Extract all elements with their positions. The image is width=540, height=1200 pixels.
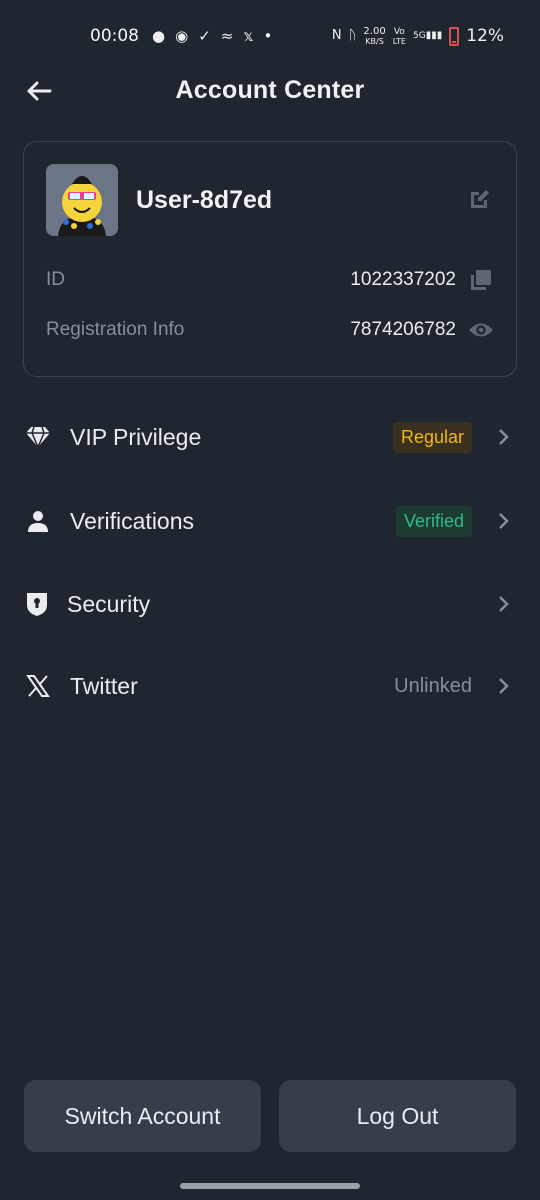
- menu-security[interactable]: Security: [24, 582, 510, 626]
- net-speed-value: 2.00: [363, 25, 386, 37]
- log-out-button[interactable]: Log Out: [279, 1080, 516, 1152]
- status-time: 00:08: [90, 26, 139, 46]
- diamond-icon: [24, 423, 52, 451]
- copy-icon: [471, 270, 491, 290]
- x-notification-icon: 𝕩: [243, 27, 254, 45]
- menu-vip-privilege[interactable]: VIP Privilege Regular: [24, 415, 510, 459]
- copy-button[interactable]: [468, 267, 494, 293]
- net-speed: 2.00 KB/S: [363, 25, 386, 46]
- status-bar: 00:08 ● ◉ ✓ ≈ 𝕩 • N ᚢ 2.00 KB/S Vo LTE 5…: [0, 0, 540, 72]
- menu-twitter[interactable]: Twitter Unlinked: [24, 664, 510, 708]
- menu-verifications[interactable]: Verifications Verified: [24, 499, 510, 543]
- id-label: ID: [46, 269, 65, 290]
- menu-label-vip: VIP Privilege: [70, 423, 202, 450]
- header: Account Center: [0, 72, 540, 112]
- menu-label-verifications: Verifications: [70, 507, 195, 534]
- volte-indicator: Vo LTE: [393, 27, 406, 46]
- edit-icon: [471, 190, 489, 208]
- signal-icon: 5G▮▮▮: [412, 30, 443, 41]
- volte-top: Vo: [393, 26, 405, 37]
- menu-right-security: [472, 595, 510, 613]
- registration-value: 7874206782: [350, 319, 456, 340]
- chevron-right-icon: [498, 595, 510, 613]
- vip-level-badge: Regular: [392, 421, 472, 453]
- registration-row: Registration Info 7874206782: [46, 315, 494, 345]
- username: User-8d7ed: [136, 186, 273, 214]
- menu-label-security: Security: [67, 590, 151, 617]
- avatar-image: [46, 164, 118, 236]
- bluetooth-icon: ᚢ: [348, 28, 357, 43]
- verification-status-badge: Verified: [395, 505, 472, 537]
- page-title: Account Center: [175, 76, 365, 104]
- id-row: ID 1022337202: [46, 265, 494, 295]
- message-icon: ◉: [175, 27, 189, 45]
- menu-right-verifications: Verified: [395, 505, 510, 537]
- nfc-icon: N: [331, 28, 342, 43]
- chevron-right-icon: [498, 428, 510, 446]
- net-speed-unit: KB/S: [365, 36, 384, 46]
- x-logo-icon: [24, 672, 52, 700]
- edit-profile-button[interactable]: [468, 187, 492, 211]
- volte-bottom: LTE: [392, 36, 406, 46]
- battery-icon: [449, 26, 460, 46]
- menu-right-twitter: Unlinked: [394, 675, 510, 698]
- notification-icons: ● ◉ ✓ ≈ 𝕩 •: [152, 26, 272, 46]
- battery-percent: 12%: [466, 26, 504, 46]
- registration-label: Registration Info: [46, 319, 185, 340]
- signal-label: 5G: [412, 31, 426, 41]
- dot-icon: •: [263, 27, 273, 45]
- person-icon: [24, 507, 52, 535]
- menu-label-twitter: Twitter: [70, 672, 138, 699]
- shield-icon: [24, 590, 50, 618]
- chevron-right-icon: [498, 677, 510, 695]
- eye-icon: [468, 323, 494, 337]
- menu-right-vip: Regular: [392, 421, 510, 453]
- avatar[interactable]: [46, 164, 118, 236]
- app-icon: ≈: [220, 27, 234, 45]
- profile-card: User-8d7ed ID 1022337202 Registration In…: [23, 141, 517, 377]
- home-indicator[interactable]: [180, 1183, 360, 1189]
- id-value: 1022337202: [350, 269, 456, 290]
- chat-bubble-icon: ●: [152, 27, 166, 45]
- system-icons: N ᚢ 2.00 KB/S Vo LTE 5G▮▮▮ 12%: [332, 26, 504, 46]
- bolt-icon: ✓: [198, 27, 211, 45]
- twitter-link-status: Unlinked: [394, 674, 472, 697]
- chevron-right-icon: [498, 512, 510, 530]
- switch-account-button[interactable]: Switch Account: [24, 1080, 261, 1152]
- toggle-visibility-button[interactable]: [468, 317, 494, 343]
